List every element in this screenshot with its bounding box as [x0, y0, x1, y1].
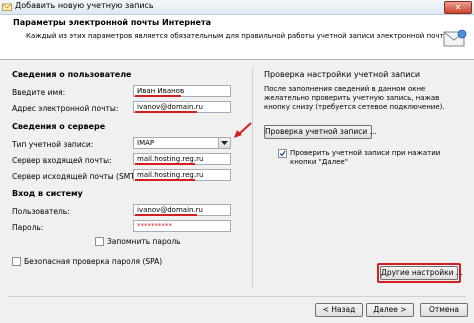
window-titlebar: Добавить новую учетную запись ✕: [0, 0, 474, 15]
mail-icon: [2, 3, 12, 11]
section-divider: [252, 68, 253, 288]
footer-divider: [8, 296, 466, 297]
mail-envelope-icon: [443, 29, 467, 47]
checkmark-icon: [279, 150, 286, 157]
user-info-heading: Сведения о пользователе: [12, 70, 132, 79]
outgoing-server-label: Сервер исходящей почты (SMTP):: [12, 172, 145, 181]
close-icon: ✕: [454, 3, 462, 12]
user-label: Пользователь:: [12, 207, 70, 216]
password-label: Пароль:: [12, 223, 44, 232]
header-description: Каждый из этих параметров является обяза…: [26, 32, 452, 40]
spa-label: Безопасная проверка пароля (SPA): [24, 257, 163, 266]
test-settings-description: После заполнения сведений в данном окне …: [264, 85, 445, 111]
outgoing-highlight: [135, 179, 195, 181]
password-field[interactable]: **********: [133, 220, 231, 232]
cancel-button[interactable]: Отмена: [420, 303, 468, 317]
window-title: Добавить новую учетную запись: [15, 1, 154, 10]
login-info-heading: Вход в систему: [12, 189, 83, 198]
test-settings-heading: Проверка настройки учетной записи: [264, 70, 421, 79]
dialog-content: Сведения о пользователе Введите имя: Ива…: [0, 60, 474, 323]
close-button[interactable]: ✕: [444, 1, 472, 14]
account-type-value: IMAP: [137, 139, 155, 147]
server-info-heading: Сведения о сервере: [12, 122, 106, 131]
highlight-arrow-icon: [234, 122, 252, 138]
user-highlight: [135, 214, 197, 216]
incoming-highlight: [135, 163, 195, 165]
incoming-server-label: Сервер входящей почты:: [12, 156, 112, 165]
test-account-button[interactable]: Проверка учетной записи ...: [264, 125, 377, 139]
name-label: Введите имя:: [12, 88, 66, 97]
name-highlight: [135, 95, 181, 97]
back-button[interactable]: < Назад: [315, 303, 363, 317]
account-type-label: Тип учетной записи:: [12, 140, 94, 149]
dialog-header: Параметры электронной почты Интернета Ка…: [0, 15, 474, 60]
remember-password-checkbox[interactable]: [95, 237, 104, 246]
account-type-select[interactable]: IMAP: [133, 137, 231, 149]
email-label: Адрес электронной почты:: [12, 104, 119, 113]
header-title: Параметры электронной почты Интернета: [13, 18, 211, 27]
more-settings-button[interactable]: Другие настройки ...: [380, 266, 463, 280]
auto-test-checkbox[interactable]: [278, 149, 287, 158]
chevron-down-icon[interactable]: [218, 138, 230, 148]
spa-checkbox[interactable]: [12, 257, 21, 266]
next-button[interactable]: Далее >: [366, 303, 414, 317]
auto-test-label: Проверить учетной записи при нажатии кно…: [290, 149, 441, 166]
remember-password-label: Запомнить пароль: [107, 237, 181, 246]
email-highlight: [135, 111, 197, 113]
